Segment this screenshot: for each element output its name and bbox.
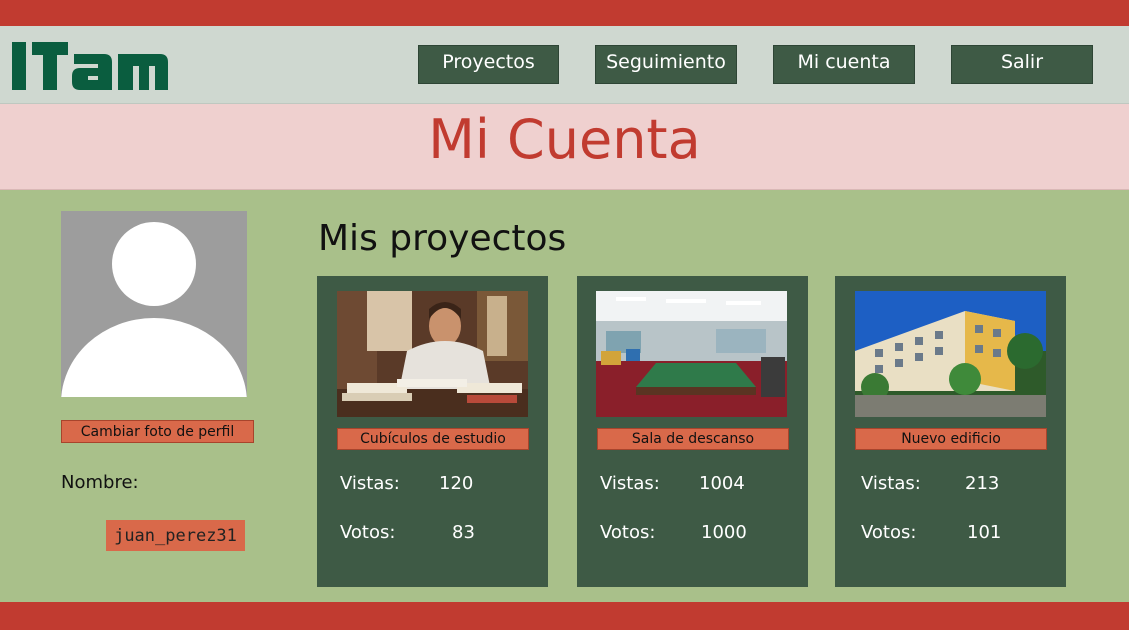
project-card[interactable]: Nuevo edificio Vistas: 213 Votos: 101 [835,276,1066,587]
votes-label: Votos: [340,522,396,543]
votes-label: Votos: [861,522,917,543]
views-label: Vistas: [340,473,400,494]
top-accent-bar [0,0,1129,26]
bottom-accent-bar [0,602,1129,630]
project-image-building[interactable] [855,291,1046,417]
views-value: 213 [965,473,1000,494]
project-name-button[interactable]: Sala de descanso [597,428,789,450]
name-label: Nombre: [61,472,139,493]
views-label: Vistas: [600,473,660,494]
change-photo-button[interactable]: Cambiar foto de perfil [61,420,254,443]
views-label: Vistas: [861,473,921,494]
nav-salir-button[interactable]: Salir [951,45,1093,84]
user-silhouette-icon [61,222,247,397]
avatar [61,211,247,397]
nav-proyectos-button[interactable]: Proyectos [418,45,559,84]
project-card[interactable]: Sala de descanso Vistas: 1004 Votos: 100… [577,276,808,587]
votes-value: 1000 [701,522,747,543]
nav-seguimiento-button[interactable]: Seguimiento [595,45,737,84]
views-value: 120 [439,473,474,494]
project-image-study[interactable] [337,291,528,417]
nav-mi-cuenta-button[interactable]: Mi cuenta [773,45,915,84]
votes-value: 101 [967,522,1002,543]
project-image-lounge[interactable] [596,291,787,417]
project-card[interactable]: Cubículos de estudio Vistas: 120 Votos: … [317,276,548,587]
itam-logo[interactable] [10,40,168,92]
username-value: juan_perez31 [106,520,245,551]
page-title: Mi Cuenta [428,108,701,171]
votes-label: Votos: [600,522,656,543]
votes-value: 83 [452,522,475,543]
projects-heading: Mis proyectos [318,218,567,259]
views-value: 1004 [699,473,745,494]
project-name-button[interactable]: Cubículos de estudio [337,428,529,450]
project-name-button[interactable]: Nuevo edificio [855,428,1047,450]
